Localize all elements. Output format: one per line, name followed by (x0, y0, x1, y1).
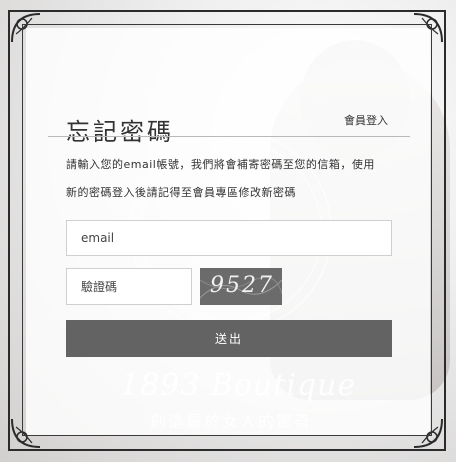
title-divider (48, 136, 410, 137)
captcha-text: 9527 (210, 273, 274, 298)
captcha-image[interactable]: 9527 (200, 268, 282, 305)
captcha-input[interactable] (66, 268, 192, 305)
email-field[interactable] (66, 220, 392, 256)
instructions-line-1: 請輸入您的email帳號，我們將會補寄密碼至您的信箱，使用 (66, 158, 375, 171)
page-title: 忘記密碼 (66, 118, 174, 147)
instructions-line-2: 新的密碼登入後請記得至會員專區修改新密碼 (66, 186, 296, 199)
member-login-link[interactable]: 會員登入 (344, 112, 388, 128)
submit-button[interactable]: 送出 (66, 320, 392, 357)
